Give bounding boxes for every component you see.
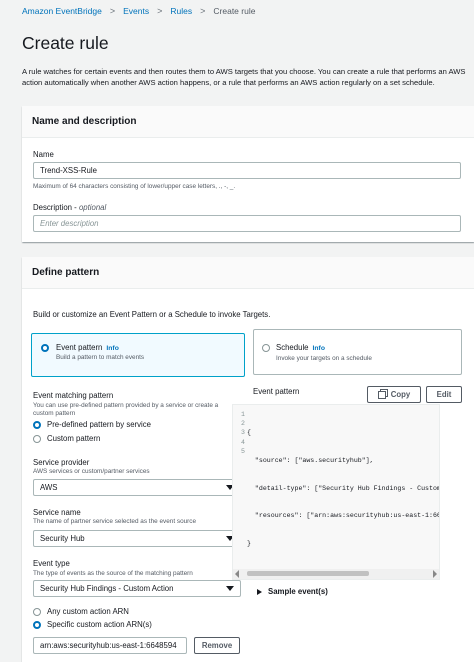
event-pattern-editor-label: Event pattern [253,387,300,396]
breadcrumb-rules-link[interactable]: Rules [170,6,192,16]
schedule-title-text: Schedule [276,343,309,352]
matching-pattern-hint: You can use pre-defined pattern provided… [33,402,219,417]
editor-horizontal-scrollbar[interactable] [233,569,439,579]
scroll-left-icon[interactable] [235,570,239,578]
line-number: 5 [241,447,245,455]
name-label: Name [33,150,54,159]
event-pattern-radio[interactable] [41,344,49,352]
arn-input[interactable]: arn:aws:securityhub:us-east-1:6648594 [33,637,187,654]
service-provider-select[interactable]: AWS [33,479,241,496]
event-pattern-title-text: Event pattern [56,343,103,352]
line-number: 1 [241,411,245,418]
event-pattern-tile[interactable]: Event pattern Info Build a pattern to mat… [31,333,245,377]
caret-down-icon [226,586,234,591]
schedule-title: Schedule Info [276,343,325,352]
copy-button[interactable]: Copy [367,386,421,403]
breadcrumb-separator-icon: > [109,6,116,16]
specific-arn-radio[interactable] [33,621,41,629]
name-input[interactable]: Trend-XSS-Rule [33,162,461,179]
custom-pattern-label[interactable]: Custom pattern [47,434,100,443]
sample-events-label: Sample event(s) [268,587,328,596]
schedule-description: Invoke your targets on a schedule [276,355,372,362]
code-line: "source": ["aws.securityhub"], [247,457,374,465]
event-type-label: Event type [33,559,70,568]
sample-events-toggle[interactable]: Sample event(s) [257,587,328,596]
service-name-label: Service name [33,508,81,517]
schedule-info-link[interactable]: Info [313,345,325,352]
copy-icon [377,390,386,399]
breadcrumb-separator-icon: > [200,6,206,16]
schedule-radio[interactable] [262,344,270,352]
schedule-tile[interactable]: Schedule Info Invoke your targets on a sc… [253,329,462,375]
breadcrumb-events-link[interactable]: Events [123,6,149,16]
define-pattern-header: Define pattern [22,257,474,289]
line-number: 2 [241,420,245,428]
event-pattern-title: Event pattern Info [56,343,119,352]
code-line: "detail-type": ["Security Hub Findings -… [247,484,440,492]
name-description-header: Name and description [22,106,474,138]
matching-pattern-label: Event matching pattern [33,391,114,400]
any-arn-label[interactable]: Any custom action ARN [47,607,129,616]
code-line: } [247,539,251,547]
breadcrumb-separator-icon: > [157,6,163,16]
service-name-hint: The name of partner service selected as … [33,518,197,525]
event-type-hint: The type of events as the source of the … [33,570,193,577]
line-number: 3 [241,429,245,437]
page-title: Create rule [22,33,109,53]
edit-button[interactable]: Edit [426,386,462,403]
define-pattern-intro: Build or customize an Event Pattern or a… [33,310,271,319]
editor-code: { "source": ["aws.securityhub"], "detail… [247,410,440,566]
description-label: Description - optional [33,203,107,212]
code-line: "resources": ["arn:aws:securityhub:us-ea… [247,512,440,520]
code-line: { [247,429,251,437]
breadcrumb-current: Create rule [213,6,256,16]
page-intro: A rule watches for certain events and th… [22,67,466,88]
event-type-value: Security Hub Findings - Custom Action [40,584,174,593]
event-pattern-info-link[interactable]: Info [106,345,118,352]
specific-arn-label[interactable]: Specific custom action ARN(s) [47,620,152,629]
service-name-value: Security Hub [40,534,85,543]
event-type-select[interactable]: Security Hub Findings - Custom Action [33,580,241,597]
remove-arn-button[interactable]: Remove [194,637,240,654]
description-input[interactable]: Enter description [33,215,461,232]
breadcrumb: Amazon EventBridge > Events > Rules > Cr… [22,6,255,16]
description-optional: optional [78,203,107,212]
name-description-panel: Name and description Name Trend-XSS-Rule… [22,106,474,242]
event-pattern-description: Build a pattern to match events [56,354,145,361]
description-label-text: Description [33,203,72,212]
service-provider-value: AWS [40,483,58,492]
custom-pattern-radio[interactable] [33,435,41,443]
predefined-pattern-label[interactable]: Pre-defined pattern by service [47,420,151,429]
editor-gutter: 1 2 3 4 5 [233,405,245,579]
name-hint: Maximum of 64 characters consisting of l… [33,183,236,190]
predefined-pattern-radio[interactable] [33,421,41,429]
service-provider-hint: AWS services or custom/partner services [33,468,150,475]
scrollbar-thumb[interactable] [247,571,369,576]
event-pattern-code-editor[interactable]: 1 2 3 4 5 { "source": ["aws.securityhub"… [232,404,440,580]
service-provider-label: Service provider [33,458,90,467]
breadcrumb-eventbridge-link[interactable]: Amazon EventBridge [22,6,102,16]
any-arn-radio[interactable] [33,608,41,616]
caret-right-icon [257,588,262,595]
service-name-select[interactable]: Security Hub [33,530,241,547]
copy-button-label: Copy [390,390,411,399]
scroll-right-icon[interactable] [433,570,437,578]
line-number: 4 [241,438,245,446]
